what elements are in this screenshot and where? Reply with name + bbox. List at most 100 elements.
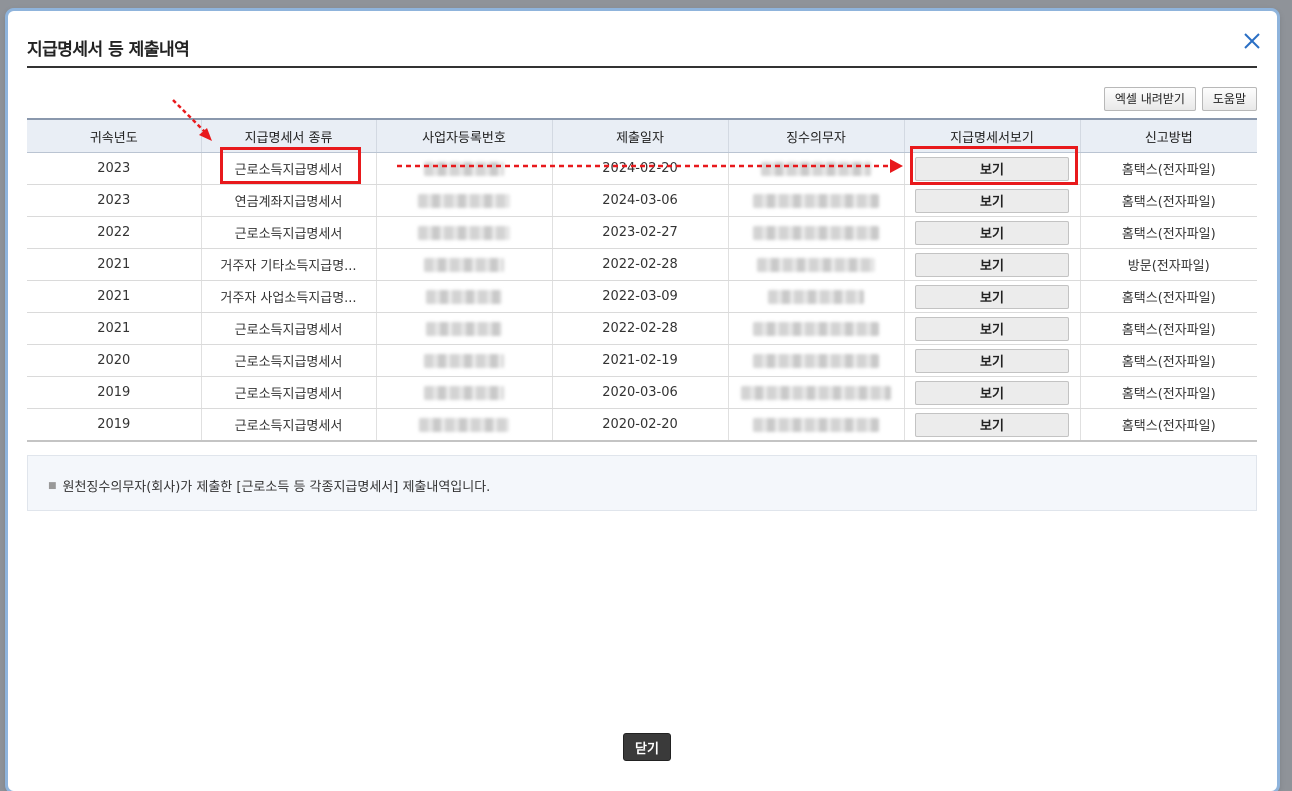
year-cell: 2020 <box>27 344 201 377</box>
submit-date-cell: 2022-02-28 <box>551 248 728 281</box>
header-type: 지급명세서 종류 <box>200 118 376 153</box>
view-statement-button[interactable]: 보기 <box>915 252 1069 277</box>
year-cell: 2021 <box>27 248 201 281</box>
table-row: 2019 근로소득지급명세서 2020-03-06 보기 홈택스(전자파일) <box>27 376 1257 409</box>
business-number-cell <box>375 408 552 442</box>
withholding-agent-cell <box>727 152 904 185</box>
business-number-cell <box>375 344 552 377</box>
redacted-value <box>757 257 875 272</box>
view-cell: 보기 <box>903 312 1080 345</box>
method-cell: 홈택스(전자파일) <box>1079 184 1257 217</box>
view-statement-button[interactable]: 보기 <box>915 348 1069 373</box>
notice-text: 원천징수의무자(회사)가 제출한 [근로소득 등 각종지급명세서] 제출내역입니… <box>62 480 491 495</box>
business-number-cell <box>375 248 552 281</box>
withholding-agent-cell <box>727 248 904 281</box>
submit-date-cell: 2020-03-06 <box>551 376 728 409</box>
view-cell: 보기 <box>903 344 1080 377</box>
close-x-icon[interactable] <box>1240 29 1264 53</box>
table-header-row: 귀속년도 지급명세서 종류 사업자등록번호 제출일자 징수의무자 지급명세서보기… <box>27 118 1257 153</box>
redacted-value <box>418 193 510 208</box>
type-cell: 근로소득지급명세서 <box>200 376 376 409</box>
method-cell: 홈택스(전자파일) <box>1079 376 1257 409</box>
view-cell: 보기 <box>903 408 1080 442</box>
business-number-cell <box>375 376 552 409</box>
view-statement-button[interactable]: 보기 <box>915 412 1069 437</box>
header-method: 신고방법 <box>1079 118 1257 153</box>
redacted-value <box>424 257 504 272</box>
header-year: 귀속년도 <box>27 118 201 153</box>
table-row: 2020 근로소득지급명세서 2021-02-19 보기 홈택스(전자파일) <box>27 344 1257 377</box>
submission-history-dialog: 지급명세서 등 제출내역 엑셀 내려받기 도움말 귀속년도 지급명세서 종류 사… <box>8 11 1277 791</box>
close-button[interactable]: 닫기 <box>623 733 671 761</box>
submit-date-cell: 2020-02-20 <box>551 408 728 442</box>
method-cell: 방문(전자파일) <box>1079 248 1257 281</box>
redacted-value <box>753 353 879 368</box>
header-business-number: 사업자등록번호 <box>375 118 552 153</box>
redacted-value <box>753 321 879 336</box>
table-row: 2022 근로소득지급명세서 2023-02-27 보기 홈택스(전자파일) <box>27 216 1257 249</box>
method-cell: 홈택스(전자파일) <box>1079 344 1257 377</box>
year-cell: 2019 <box>27 376 201 409</box>
redacted-value <box>424 353 504 368</box>
redacted-value <box>424 385 504 400</box>
view-cell: 보기 <box>903 184 1080 217</box>
view-statement-button[interactable]: 보기 <box>915 220 1069 245</box>
bullet-icon: ■ <box>48 481 57 491</box>
submit-date-cell: 2022-02-28 <box>551 312 728 345</box>
view-statement-button[interactable]: 보기 <box>915 284 1069 309</box>
table-row: 2021 거주자 사업소득지급명... 2022-03-09 보기 홈택스(전자파일) <box>27 280 1257 313</box>
view-cell: 보기 <box>903 376 1080 409</box>
year-cell: 2021 <box>27 280 201 313</box>
help-button[interactable]: 도움말 <box>1201 87 1257 111</box>
type-cell: 근로소득지급명세서 <box>200 216 376 249</box>
dialog-header: 지급명세서 등 제출내역 <box>27 31 1260 68</box>
redacted-value <box>761 161 871 176</box>
method-cell: 홈택스(전자파일) <box>1079 408 1257 442</box>
year-cell: 2019 <box>27 408 201 442</box>
withholding-agent-cell <box>727 184 904 217</box>
year-cell: 2022 <box>27 216 201 249</box>
view-statement-button[interactable]: 보기 <box>915 188 1069 213</box>
submit-date-cell: 2021-02-19 <box>551 344 728 377</box>
submit-date-cell: 2023-02-27 <box>551 216 728 249</box>
excel-download-button[interactable]: 엑셀 내려받기 <box>1103 87 1196 111</box>
submit-date-cell: 2024-03-06 <box>551 184 728 217</box>
toolbar: 엑셀 내려받기 도움말 <box>1103 87 1257 111</box>
header-submit-date: 제출일자 <box>551 118 728 153</box>
type-cell: 근로소득지급명세서 <box>200 152 376 185</box>
view-cell: 보기 <box>903 216 1080 249</box>
redacted-value <box>426 321 502 336</box>
view-statement-button[interactable]: 보기 <box>915 380 1069 405</box>
view-cell: 보기 <box>903 152 1080 185</box>
method-cell: 홈택스(전자파일) <box>1079 280 1257 313</box>
method-cell: 홈택스(전자파일) <box>1079 152 1257 185</box>
year-cell: 2023 <box>27 152 201 185</box>
type-cell: 근로소득지급명세서 <box>200 344 376 377</box>
redacted-value <box>419 417 509 432</box>
notice-box: ■ 원천징수의무자(회사)가 제출한 [근로소득 등 각종지급명세서] 제출내역입… <box>27 455 1257 511</box>
redacted-value <box>424 161 504 176</box>
method-cell: 홈택스(전자파일) <box>1079 312 1257 345</box>
redacted-value <box>753 193 879 208</box>
type-cell: 근로소득지급명세서 <box>200 312 376 345</box>
redacted-value <box>426 289 502 304</box>
table-row: 2021 근로소득지급명세서 2022-02-28 보기 홈택스(전자파일) <box>27 312 1257 345</box>
year-cell: 2021 <box>27 312 201 345</box>
business-number-cell <box>375 184 552 217</box>
dialog-title: 지급명세서 등 제출내역 <box>27 40 190 60</box>
submit-date-cell: 2024-02-20 <box>551 152 728 185</box>
type-cell: 거주자 사업소득지급명... <box>200 280 376 313</box>
redacted-value <box>753 225 879 240</box>
withholding-agent-cell <box>727 408 904 442</box>
view-cell: 보기 <box>903 280 1080 313</box>
submission-table: 귀속년도 지급명세서 종류 사업자등록번호 제출일자 징수의무자 지급명세서보기… <box>27 118 1257 442</box>
table-row: 2023 연금계좌지급명세서 2024-03-06 보기 홈택스(전자파일) <box>27 184 1257 217</box>
type-cell: 연금계좌지급명세서 <box>200 184 376 217</box>
header-view: 지급명세서보기 <box>903 118 1080 153</box>
type-cell: 근로소득지급명세서 <box>200 408 376 442</box>
redacted-value <box>768 289 864 304</box>
withholding-agent-cell <box>727 216 904 249</box>
view-statement-button[interactable]: 보기 <box>915 156 1069 181</box>
view-statement-button[interactable]: 보기 <box>915 316 1069 341</box>
redacted-value <box>753 417 879 432</box>
